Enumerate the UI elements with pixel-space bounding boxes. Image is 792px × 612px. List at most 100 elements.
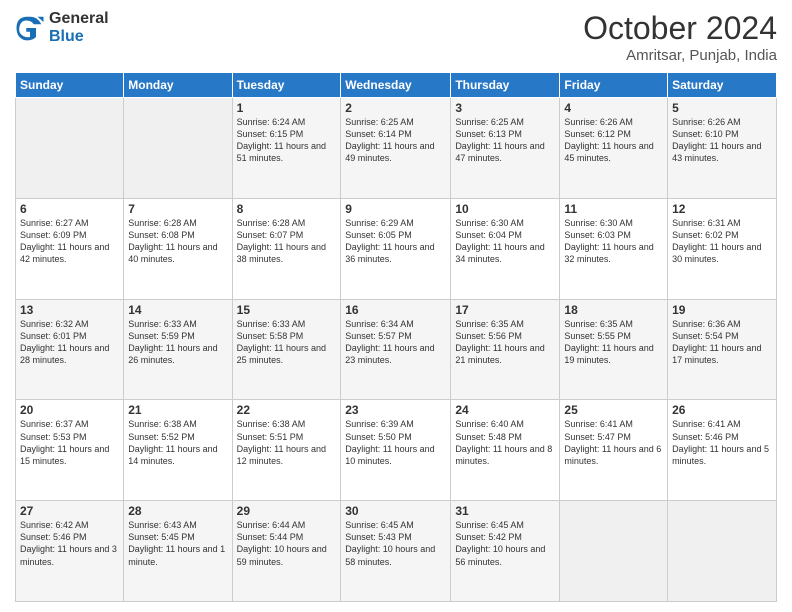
header: General Blue October 2024 Amritsar, Punj… <box>15 10 777 64</box>
day-number: 8 <box>237 202 337 216</box>
day-number: 22 <box>237 403 337 417</box>
day-number: 10 <box>455 202 555 216</box>
day-number: 4 <box>564 101 663 115</box>
day-number: 20 <box>20 403 119 417</box>
cell-content: Sunrise: 6:42 AM Sunset: 5:46 PM Dayligh… <box>20 519 119 568</box>
cell-content: Sunrise: 6:37 AM Sunset: 5:53 PM Dayligh… <box>20 418 119 467</box>
logo-text: General Blue <box>49 10 109 45</box>
calendar-header-row: SundayMondayTuesdayWednesdayThursdayFrid… <box>16 73 777 98</box>
day-header-tuesday: Tuesday <box>232 73 341 98</box>
day-header-saturday: Saturday <box>668 73 777 98</box>
calendar-week-3: 13Sunrise: 6:32 AM Sunset: 6:01 PM Dayli… <box>16 299 777 400</box>
calendar-cell: 29Sunrise: 6:44 AM Sunset: 5:44 PM Dayli… <box>232 501 341 602</box>
page: General Blue October 2024 Amritsar, Punj… <box>0 0 792 612</box>
calendar-cell: 15Sunrise: 6:33 AM Sunset: 5:58 PM Dayli… <box>232 299 341 400</box>
day-number: 30 <box>345 504 446 518</box>
cell-content: Sunrise: 6:30 AM Sunset: 6:03 PM Dayligh… <box>564 217 663 266</box>
logo-blue-text: Blue <box>49 28 109 46</box>
calendar-cell: 25Sunrise: 6:41 AM Sunset: 5:47 PM Dayli… <box>560 400 668 501</box>
day-number: 19 <box>672 303 772 317</box>
calendar-week-2: 6Sunrise: 6:27 AM Sunset: 6:09 PM Daylig… <box>16 198 777 299</box>
calendar-cell: 6Sunrise: 6:27 AM Sunset: 6:09 PM Daylig… <box>16 198 124 299</box>
day-number: 26 <box>672 403 772 417</box>
day-number: 23 <box>345 403 446 417</box>
calendar-header: SundayMondayTuesdayWednesdayThursdayFrid… <box>16 73 777 98</box>
day-number: 3 <box>455 101 555 115</box>
calendar-cell: 17Sunrise: 6:35 AM Sunset: 5:56 PM Dayli… <box>451 299 560 400</box>
calendar-cell: 5Sunrise: 6:26 AM Sunset: 6:10 PM Daylig… <box>668 98 777 199</box>
calendar-week-5: 27Sunrise: 6:42 AM Sunset: 5:46 PM Dayli… <box>16 501 777 602</box>
cell-content: Sunrise: 6:29 AM Sunset: 6:05 PM Dayligh… <box>345 217 446 266</box>
day-number: 13 <box>20 303 119 317</box>
day-number: 16 <box>345 303 446 317</box>
calendar-cell: 10Sunrise: 6:30 AM Sunset: 6:04 PM Dayli… <box>451 198 560 299</box>
calendar-cell: 18Sunrise: 6:35 AM Sunset: 5:55 PM Dayli… <box>560 299 668 400</box>
cell-content: Sunrise: 6:30 AM Sunset: 6:04 PM Dayligh… <box>455 217 555 266</box>
day-number: 17 <box>455 303 555 317</box>
cell-content: Sunrise: 6:36 AM Sunset: 5:54 PM Dayligh… <box>672 318 772 367</box>
cell-content: Sunrise: 6:40 AM Sunset: 5:48 PM Dayligh… <box>455 418 555 467</box>
day-header-thursday: Thursday <box>451 73 560 98</box>
cell-content: Sunrise: 6:26 AM Sunset: 6:10 PM Dayligh… <box>672 116 772 165</box>
calendar-cell: 22Sunrise: 6:38 AM Sunset: 5:51 PM Dayli… <box>232 400 341 501</box>
day-number: 5 <box>672 101 772 115</box>
calendar-cell: 1Sunrise: 6:24 AM Sunset: 6:15 PM Daylig… <box>232 98 341 199</box>
cell-content: Sunrise: 6:33 AM Sunset: 5:58 PM Dayligh… <box>237 318 337 367</box>
day-number: 11 <box>564 202 663 216</box>
calendar-cell: 23Sunrise: 6:39 AM Sunset: 5:50 PM Dayli… <box>341 400 451 501</box>
calendar-cell: 26Sunrise: 6:41 AM Sunset: 5:46 PM Dayli… <box>668 400 777 501</box>
cell-content: Sunrise: 6:31 AM Sunset: 6:02 PM Dayligh… <box>672 217 772 266</box>
day-number: 31 <box>455 504 555 518</box>
day-number: 14 <box>128 303 227 317</box>
calendar-week-1: 1Sunrise: 6:24 AM Sunset: 6:15 PM Daylig… <box>16 98 777 199</box>
cell-content: Sunrise: 6:45 AM Sunset: 5:42 PM Dayligh… <box>455 519 555 568</box>
day-number: 9 <box>345 202 446 216</box>
day-number: 15 <box>237 303 337 317</box>
calendar-cell <box>560 501 668 602</box>
cell-content: Sunrise: 6:44 AM Sunset: 5:44 PM Dayligh… <box>237 519 337 568</box>
cell-content: Sunrise: 6:34 AM Sunset: 5:57 PM Dayligh… <box>345 318 446 367</box>
calendar-cell: 8Sunrise: 6:28 AM Sunset: 6:07 PM Daylig… <box>232 198 341 299</box>
day-number: 28 <box>128 504 227 518</box>
cell-content: Sunrise: 6:39 AM Sunset: 5:50 PM Dayligh… <box>345 418 446 467</box>
cell-content: Sunrise: 6:43 AM Sunset: 5:45 PM Dayligh… <box>128 519 227 568</box>
day-number: 1 <box>237 101 337 115</box>
day-number: 21 <box>128 403 227 417</box>
calendar-cell: 19Sunrise: 6:36 AM Sunset: 5:54 PM Dayli… <box>668 299 777 400</box>
calendar-cell <box>668 501 777 602</box>
calendar-cell: 11Sunrise: 6:30 AM Sunset: 6:03 PM Dayli… <box>560 198 668 299</box>
day-number: 2 <box>345 101 446 115</box>
day-number: 7 <box>128 202 227 216</box>
cell-content: Sunrise: 6:25 AM Sunset: 6:13 PM Dayligh… <box>455 116 555 165</box>
location: Amritsar, Punjab, India <box>583 47 777 64</box>
day-number: 12 <box>672 202 772 216</box>
day-number: 24 <box>455 403 555 417</box>
day-header-monday: Monday <box>124 73 232 98</box>
day-header-friday: Friday <box>560 73 668 98</box>
cell-content: Sunrise: 6:33 AM Sunset: 5:59 PM Dayligh… <box>128 318 227 367</box>
cell-content: Sunrise: 6:41 AM Sunset: 5:47 PM Dayligh… <box>564 418 663 467</box>
cell-content: Sunrise: 6:25 AM Sunset: 6:14 PM Dayligh… <box>345 116 446 165</box>
day-number: 18 <box>564 303 663 317</box>
cell-content: Sunrise: 6:28 AM Sunset: 6:08 PM Dayligh… <box>128 217 227 266</box>
calendar-cell <box>16 98 124 199</box>
calendar-cell: 13Sunrise: 6:32 AM Sunset: 6:01 PM Dayli… <box>16 299 124 400</box>
calendar-cell: 28Sunrise: 6:43 AM Sunset: 5:45 PM Dayli… <box>124 501 232 602</box>
logo: General Blue <box>15 10 109 45</box>
calendar-cell: 30Sunrise: 6:45 AM Sunset: 5:43 PM Dayli… <box>341 501 451 602</box>
cell-content: Sunrise: 6:38 AM Sunset: 5:51 PM Dayligh… <box>237 418 337 467</box>
calendar-cell <box>124 98 232 199</box>
cell-content: Sunrise: 6:35 AM Sunset: 5:56 PM Dayligh… <box>455 318 555 367</box>
calendar-week-4: 20Sunrise: 6:37 AM Sunset: 5:53 PM Dayli… <box>16 400 777 501</box>
day-number: 27 <box>20 504 119 518</box>
day-header-sunday: Sunday <box>16 73 124 98</box>
title-block: October 2024 Amritsar, Punjab, India <box>583 10 777 64</box>
cell-content: Sunrise: 6:38 AM Sunset: 5:52 PM Dayligh… <box>128 418 227 467</box>
calendar-cell: 31Sunrise: 6:45 AM Sunset: 5:42 PM Dayli… <box>451 501 560 602</box>
cell-content: Sunrise: 6:32 AM Sunset: 6:01 PM Dayligh… <box>20 318 119 367</box>
cell-content: Sunrise: 6:45 AM Sunset: 5:43 PM Dayligh… <box>345 519 446 568</box>
logo-general-text: General <box>49 10 109 28</box>
day-number: 25 <box>564 403 663 417</box>
cell-content: Sunrise: 6:26 AM Sunset: 6:12 PM Dayligh… <box>564 116 663 165</box>
calendar-cell: 20Sunrise: 6:37 AM Sunset: 5:53 PM Dayli… <box>16 400 124 501</box>
